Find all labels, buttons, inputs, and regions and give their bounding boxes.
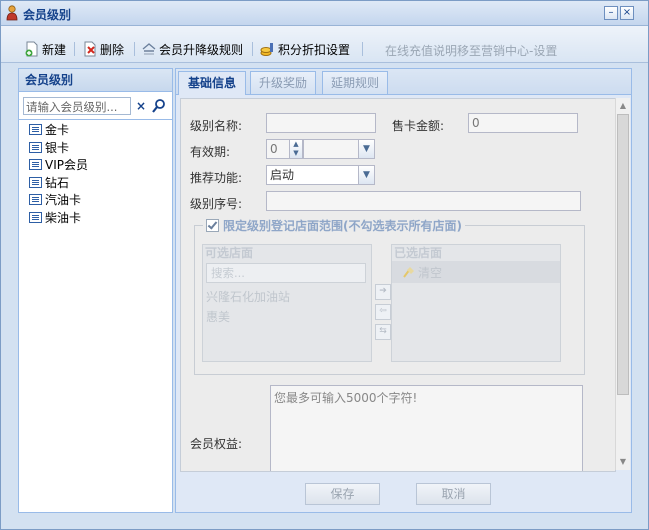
level-rules-icon [142,43,156,55]
tree-item-label: 银卡 [45,140,70,155]
title-bar[interactable]: 会员级别 – × [1,1,648,26]
level-tree: 金卡 银卡 VIP会员 钻石 汽油卡 柴油卡 [29,121,88,226]
tree-item-gold-card[interactable]: 金卡 [29,121,88,139]
level-name-label: 级别名称: [190,119,243,133]
level-name-field[interactable] [266,113,376,133]
points-discount-button[interactable]: 积分折扣设置 [260,40,350,58]
person-icon [6,5,18,21]
toolbar-divider [252,42,253,56]
delete-button[interactable]: 删除 [82,40,124,58]
new-button-label: 新建 [42,42,67,57]
scroll-down-icon[interactable]: ▼ [616,455,630,469]
upgrade-rules-button-label: 会员升降级规则 [159,42,244,57]
member-level-window: 会员级别 – × 新建 删除 会员升降级规则 积分折扣设置 在线充值说明移至营销… [0,0,649,530]
available-stores-title: 可选店面 [205,246,254,260]
tree-item-silver-card[interactable]: 银卡 [29,139,88,157]
sequence-label: 级别序号: [190,197,243,211]
tree-item-diesel-card[interactable]: 柴油卡 [29,209,88,227]
level-search-input[interactable]: 请输入会员级别... [23,97,131,115]
new-document-icon [25,41,38,57]
delete-document-icon [84,41,96,57]
tab-basic-info[interactable]: 基础信息 [178,71,246,95]
tree-item-label: 钻石 [45,175,70,190]
recharge-note: 在线充值说明移至营销中心-设置 [385,44,558,58]
points-discount-button-label: 积分折扣设置 [278,42,351,57]
sidebar-divider [19,119,172,120]
scroll-up-icon[interactable]: ▲ [616,99,630,113]
recommend-select[interactable]: 启动 [266,165,359,185]
save-button[interactable]: 保存 [305,483,380,505]
tree-item-diamond[interactable]: 钻石 [29,174,88,192]
minimize-button[interactable]: – [604,6,618,20]
store-limit-checkbox[interactable] [206,219,219,232]
scrollbar-thumb[interactable] [617,114,629,395]
selected-stores-list[interactable]: 已选店面 清空 [391,244,561,362]
tab-strip: 基础信息 升级奖励 延期规则 [176,69,631,95]
available-stores-list[interactable]: 可选店面 搜索... 兴隆石化加油站 惠美 [202,244,372,362]
available-stores-search[interactable]: 搜索... [206,263,366,283]
upgrade-rules-button[interactable]: 会员升降级规则 [141,40,243,58]
tree-node-icon [29,159,42,171]
list-item[interactable]: 惠美 [203,307,371,327]
card-price-field[interactable]: 0 [468,113,578,133]
benefits-label: 会员权益: [190,437,243,451]
tree-item-label: VIP会员 [45,158,88,173]
card-price-label: 售卡金额: [392,119,445,133]
tree-item-vip-member[interactable]: VIP会员 [29,156,88,174]
tree-item-label: 柴油卡 [45,210,82,225]
level-detail-panel: 基础信息 升级奖励 延期规则 级别名称: 售卡金额: 0 有效期: 0 ▲ ▼ … [175,68,632,513]
close-button[interactable]: × [620,6,634,20]
member-level-sidebar: 会员级别 请输入会员级别... × 金卡 银卡 VIP会员 钻石 汽油卡 柴油卡 [18,68,173,513]
toolbar-divider [134,42,135,56]
tab-extension-rules[interactable]: 延期规则 [322,71,388,94]
chevron-down-icon[interactable]: ▼ [358,165,375,185]
clear-search-icon[interactable]: × [134,97,148,115]
list-item[interactable]: 兴隆石化加油站 [203,287,371,307]
clear-selected-label: 清空 [418,265,443,280]
tree-item-label: 汽油卡 [45,193,82,208]
sidebar-title: 会员级别 [19,69,172,92]
cancel-button[interactable]: 取消 [416,483,491,505]
delete-button-label: 删除 [100,42,125,57]
step-up-icon[interactable]: ▲ [290,140,302,149]
sequence-field[interactable] [266,191,581,211]
tree-node-icon [29,194,42,206]
tree-node-icon [29,176,42,188]
swap-icon[interactable]: ⇆ [375,324,391,340]
step-down-icon[interactable]: ▼ [290,149,302,158]
move-left-icon[interactable]: ⇦ [375,304,391,320]
broom-icon [403,267,414,278]
move-right-icon[interactable]: ➔ [375,284,391,300]
validity-label: 有效期: [190,145,231,159]
coins-icon [260,43,273,56]
tab-upgrade-reward[interactable]: 升级奖励 [250,71,316,94]
toolbar-divider [74,42,75,56]
tree-item-gasoline-card[interactable]: 汽油卡 [29,191,88,209]
tree-item-label: 金卡 [45,123,70,138]
selected-stores-title: 已选店面 [394,246,443,260]
form-footer: 保存 取消 [176,472,631,512]
window-title: 会员级别 [23,8,72,22]
new-button[interactable]: 新建 [24,40,66,58]
toolbar: 新建 删除 会员升降级规则 积分折扣设置 在线充值说明移至营销中心-设置 [1,26,648,63]
basic-info-form: 级别名称: 售卡金额: 0 有效期: 0 ▲ ▼ ▼ 推荐功能: 启动 ▼ 级别… [180,98,616,472]
store-limit-checkbox-row[interactable]: 限定级别登记店面范围(不勾选表示所有店面) [203,217,465,234]
benefits-textarea[interactable]: 您最多可输入5000个字符! [270,385,583,471]
validity-number-field[interactable]: 0 [266,139,290,159]
search-icon[interactable] [151,97,167,115]
tree-node-icon [29,141,42,153]
tree-node-icon [29,124,42,136]
clear-selected-button[interactable]: 清空 [392,261,560,283]
store-limit-label: 限定级别登记店面范围(不勾选表示所有店面) [223,219,462,233]
tree-node-icon [29,211,42,223]
validity-stepper[interactable]: ▲ ▼ [289,139,303,159]
form-vertical-scrollbar[interactable]: ▲ ▼ [615,98,630,470]
validity-unit-select[interactable] [303,139,359,159]
toolbar-divider [362,42,363,56]
chevron-down-icon[interactable]: ▼ [358,139,375,159]
recommend-label: 推荐功能: [190,171,243,185]
store-scope-group: 限定级别登记店面范围(不勾选表示所有店面) 可选店面 搜索... 兴隆石化加油站… [194,217,585,375]
